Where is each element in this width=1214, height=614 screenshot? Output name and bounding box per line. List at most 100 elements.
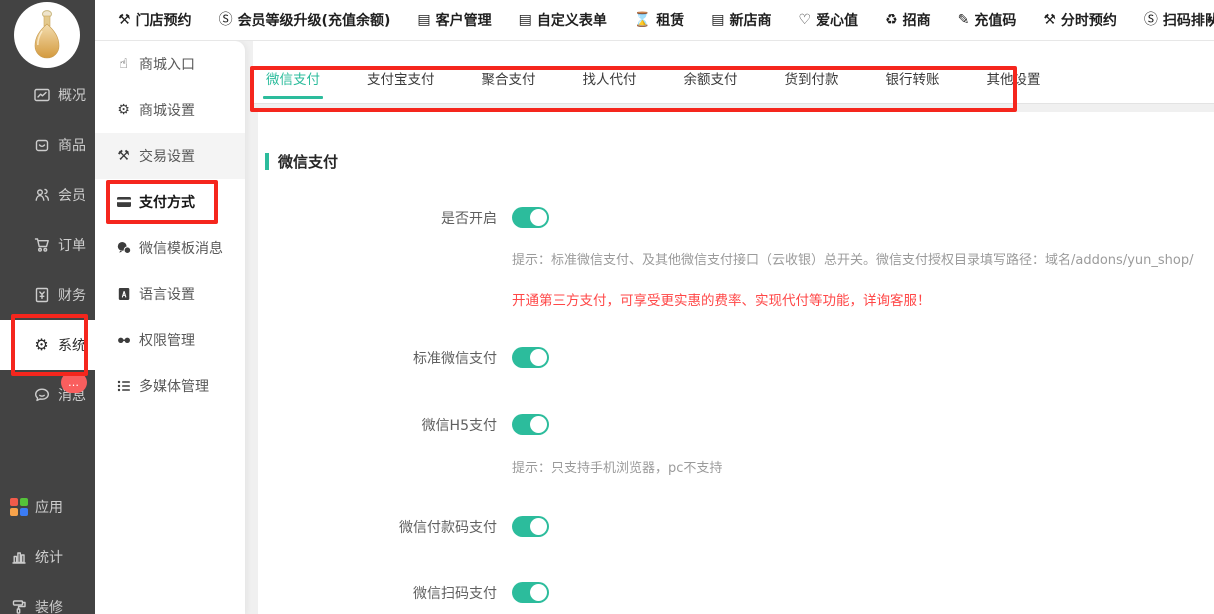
sidebar-item-decorate[interactable]: 装修 [0, 582, 95, 614]
toolbar-item-leasing[interactable]: ⌛ 租赁 [634, 10, 684, 30]
toolbar-item-label: 招商 [903, 10, 931, 30]
credit-card-icon [115, 194, 132, 211]
submenu-item-wechat-template-message[interactable]: 微信模板消息 [95, 225, 245, 271]
chat-bubble-icon [32, 386, 51, 405]
field-label: 微信H5支付 [258, 415, 497, 435]
top-toolbar: ⚒ 门店预约 Ⓢ 会员等级升级(充值余额) ▤ 客户管理 ▤ 自定义表单 ⌛ 租… [95, 0, 1214, 41]
toolbar-item-customer-management[interactable]: ▤ 客户管理 [417, 10, 491, 30]
toggle-wechat-h5-pay[interactable] [512, 414, 549, 435]
section-accent-bar [265, 153, 269, 170]
users-icon [32, 186, 51, 205]
field-label: 标准微信支付 [258, 348, 497, 368]
sidebar-item-system[interactable]: ⚙ 系统 [0, 320, 95, 370]
bulleted-list-icon [115, 378, 132, 395]
sidebar-item-label: 概况 [58, 85, 86, 105]
sidebar-item-label: 财务 [58, 285, 86, 305]
submenu-item-label: 支付方式 [139, 192, 195, 212]
tab-pay-on-behalf[interactable]: 找人代付 [580, 63, 640, 103]
form-row-wechat-h5-pay: 微信H5支付 [258, 414, 1214, 435]
toolbar-item-member-upgrade[interactable]: Ⓢ 会员等级升级(充值余额) [219, 10, 391, 30]
wrench-icon: ⚒ [115, 148, 132, 165]
form-row-enable: 是否开启 [258, 207, 1214, 228]
submenu-item-label: 多媒体管理 [139, 376, 209, 396]
toolbar-item-store-reservation[interactable]: ⚒ 门店预约 [118, 10, 192, 30]
hourglass-icon: ⌛ [634, 13, 651, 27]
toggle-enable[interactable] [512, 207, 549, 228]
gavel-icon: ⚒ [1043, 13, 1056, 27]
submenu-item-mall-settings[interactable]: ⚙ 商城设置 [95, 87, 245, 133]
form-icon: ▤ [711, 13, 724, 27]
submenu-item-label: 商城入口 [139, 54, 195, 74]
tab-alipay[interactable]: 支付宝支付 [364, 63, 438, 103]
field-label: 微信付款码支付 [258, 517, 497, 537]
enable-hint-text: 提示：标准微信支付、及其他微信支付接口（云收银）总开关。微信支付授权目录填写路径… [512, 249, 1193, 268]
sidebar-item-label: 系统 [58, 335, 86, 355]
h5-hint-text: 提示：只支持手机浏览器，pc不支持 [512, 457, 722, 476]
submenu-item-payment-method[interactable]: 支付方式 [95, 179, 245, 225]
submenu-item-label: 语言设置 [139, 284, 195, 304]
sidebar-nav-top: 概况 商品 会员 订单 [0, 70, 95, 420]
sidebar-item-label: 装修 [35, 597, 63, 614]
sidebar-item-goods[interactable]: 商品 [0, 120, 95, 170]
language-book-icon [115, 286, 132, 303]
heart-icon: ♡ [799, 13, 812, 27]
submenu-item-trade-settings[interactable]: ⚒ 交易设置 [95, 133, 245, 179]
sidebar-item-apps[interactable]: 应用 [0, 482, 95, 532]
tab-bank-transfer[interactable]: 银行转账 [883, 63, 943, 103]
toggle-standard-wechat-pay[interactable] [512, 347, 549, 368]
sidebar-item-overview[interactable]: 概况 [0, 70, 95, 120]
toggle-wechat-scan-pay[interactable] [512, 582, 549, 603]
toolbar-item-love-value[interactable]: ♡ 爱心值 [799, 10, 859, 30]
sidebar-item-label: 订单 [58, 235, 86, 255]
admin-page: 概况 商品 会员 订单 [0, 0, 1214, 614]
submenu-item-label: 交易设置 [139, 146, 195, 166]
toolbar-item-label: 自定义表单 [537, 10, 607, 30]
gear-icon: ⚙ [32, 336, 51, 355]
toggle-wechat-paycode[interactable] [512, 516, 549, 537]
sidebar-item-orders[interactable]: 订单 [0, 220, 95, 270]
section-header: 微信支付 [265, 151, 338, 172]
toolbar-item-scan-queue[interactable]: Ⓢ 扫码排队 [1144, 10, 1214, 30]
perfume-bottle-icon [22, 7, 72, 63]
sidebar-item-finance[interactable]: 财务 [0, 270, 95, 320]
apps-grid-icon [9, 498, 28, 517]
cart-icon [32, 236, 51, 255]
tab-cash-on-delivery[interactable]: 货到付款 [782, 63, 842, 103]
submenu-item-permission-management[interactable]: 权限管理 [95, 317, 245, 363]
toolbar-item-timeslot-reservation[interactable]: ⚒ 分时预约 [1043, 10, 1117, 30]
field-label: 微信扫码支付 [258, 583, 497, 603]
payment-tabs: 微信支付 支付宝支付 聚合支付 找人代付 余额支付 货到付款 银行转账 其他设置 [253, 41, 1214, 104]
gavel-icon: ⚒ [118, 13, 131, 27]
submenu-item-label: 权限管理 [139, 330, 195, 350]
sidebar-item-statistics[interactable]: 统计 [0, 532, 95, 582]
tab-balance-pay[interactable]: 余额支付 [681, 63, 741, 103]
toolbar-item-label: 分时预约 [1061, 10, 1117, 30]
toolbar-overflow-icon[interactable]: ⚒ [1207, 13, 1214, 31]
tab-aggregate-pay[interactable]: 聚合支付 [479, 63, 539, 103]
submenu-item-mall-entry[interactable]: ☝ 商城入口 [95, 41, 245, 87]
third-party-note-text: 开通第三方支付，可享受更实惠的费率、实现代付等功能，详询客服！ [512, 289, 931, 309]
glasses-eye-icon [115, 332, 132, 349]
submenu-item-language-settings[interactable]: 语言设置 [95, 271, 245, 317]
overview-monitor-icon [32, 86, 51, 105]
tag-icon: ✎ [958, 13, 970, 27]
s-circle-icon: Ⓢ [1144, 13, 1158, 27]
sidebar-item-members[interactable]: 会员 [0, 170, 95, 220]
submenu-item-media-management[interactable]: 多媒体管理 [95, 363, 245, 409]
tab-wechat-pay[interactable]: 微信支付 [263, 63, 323, 103]
tab-other-settings[interactable]: 其他设置 [984, 63, 1044, 103]
toolbar-item-label: 门店预约 [136, 10, 192, 30]
toolbar-item-label: 新店商 [730, 10, 772, 30]
yuan-document-icon [32, 286, 51, 305]
sidebar-nav-bottom: 应用 统计 装修 [0, 482, 95, 614]
brand-logo-avatar[interactable] [14, 2, 80, 68]
s-circle-icon: Ⓢ [219, 13, 233, 27]
paint-roller-icon [9, 598, 28, 614]
form-icon: ▤ [417, 13, 430, 27]
toolbar-item-investment[interactable]: ♻ 招商 [885, 10, 931, 30]
section-title: 微信支付 [278, 151, 338, 172]
toolbar-item-new-store[interactable]: ▤ 新店商 [711, 10, 771, 30]
toolbar-item-custom-form[interactable]: ▤ 自定义表单 [519, 10, 607, 30]
toolbar-item-recharge-code[interactable]: ✎ 充值码 [958, 10, 1017, 30]
sidebar-item-label: 应用 [35, 497, 63, 517]
